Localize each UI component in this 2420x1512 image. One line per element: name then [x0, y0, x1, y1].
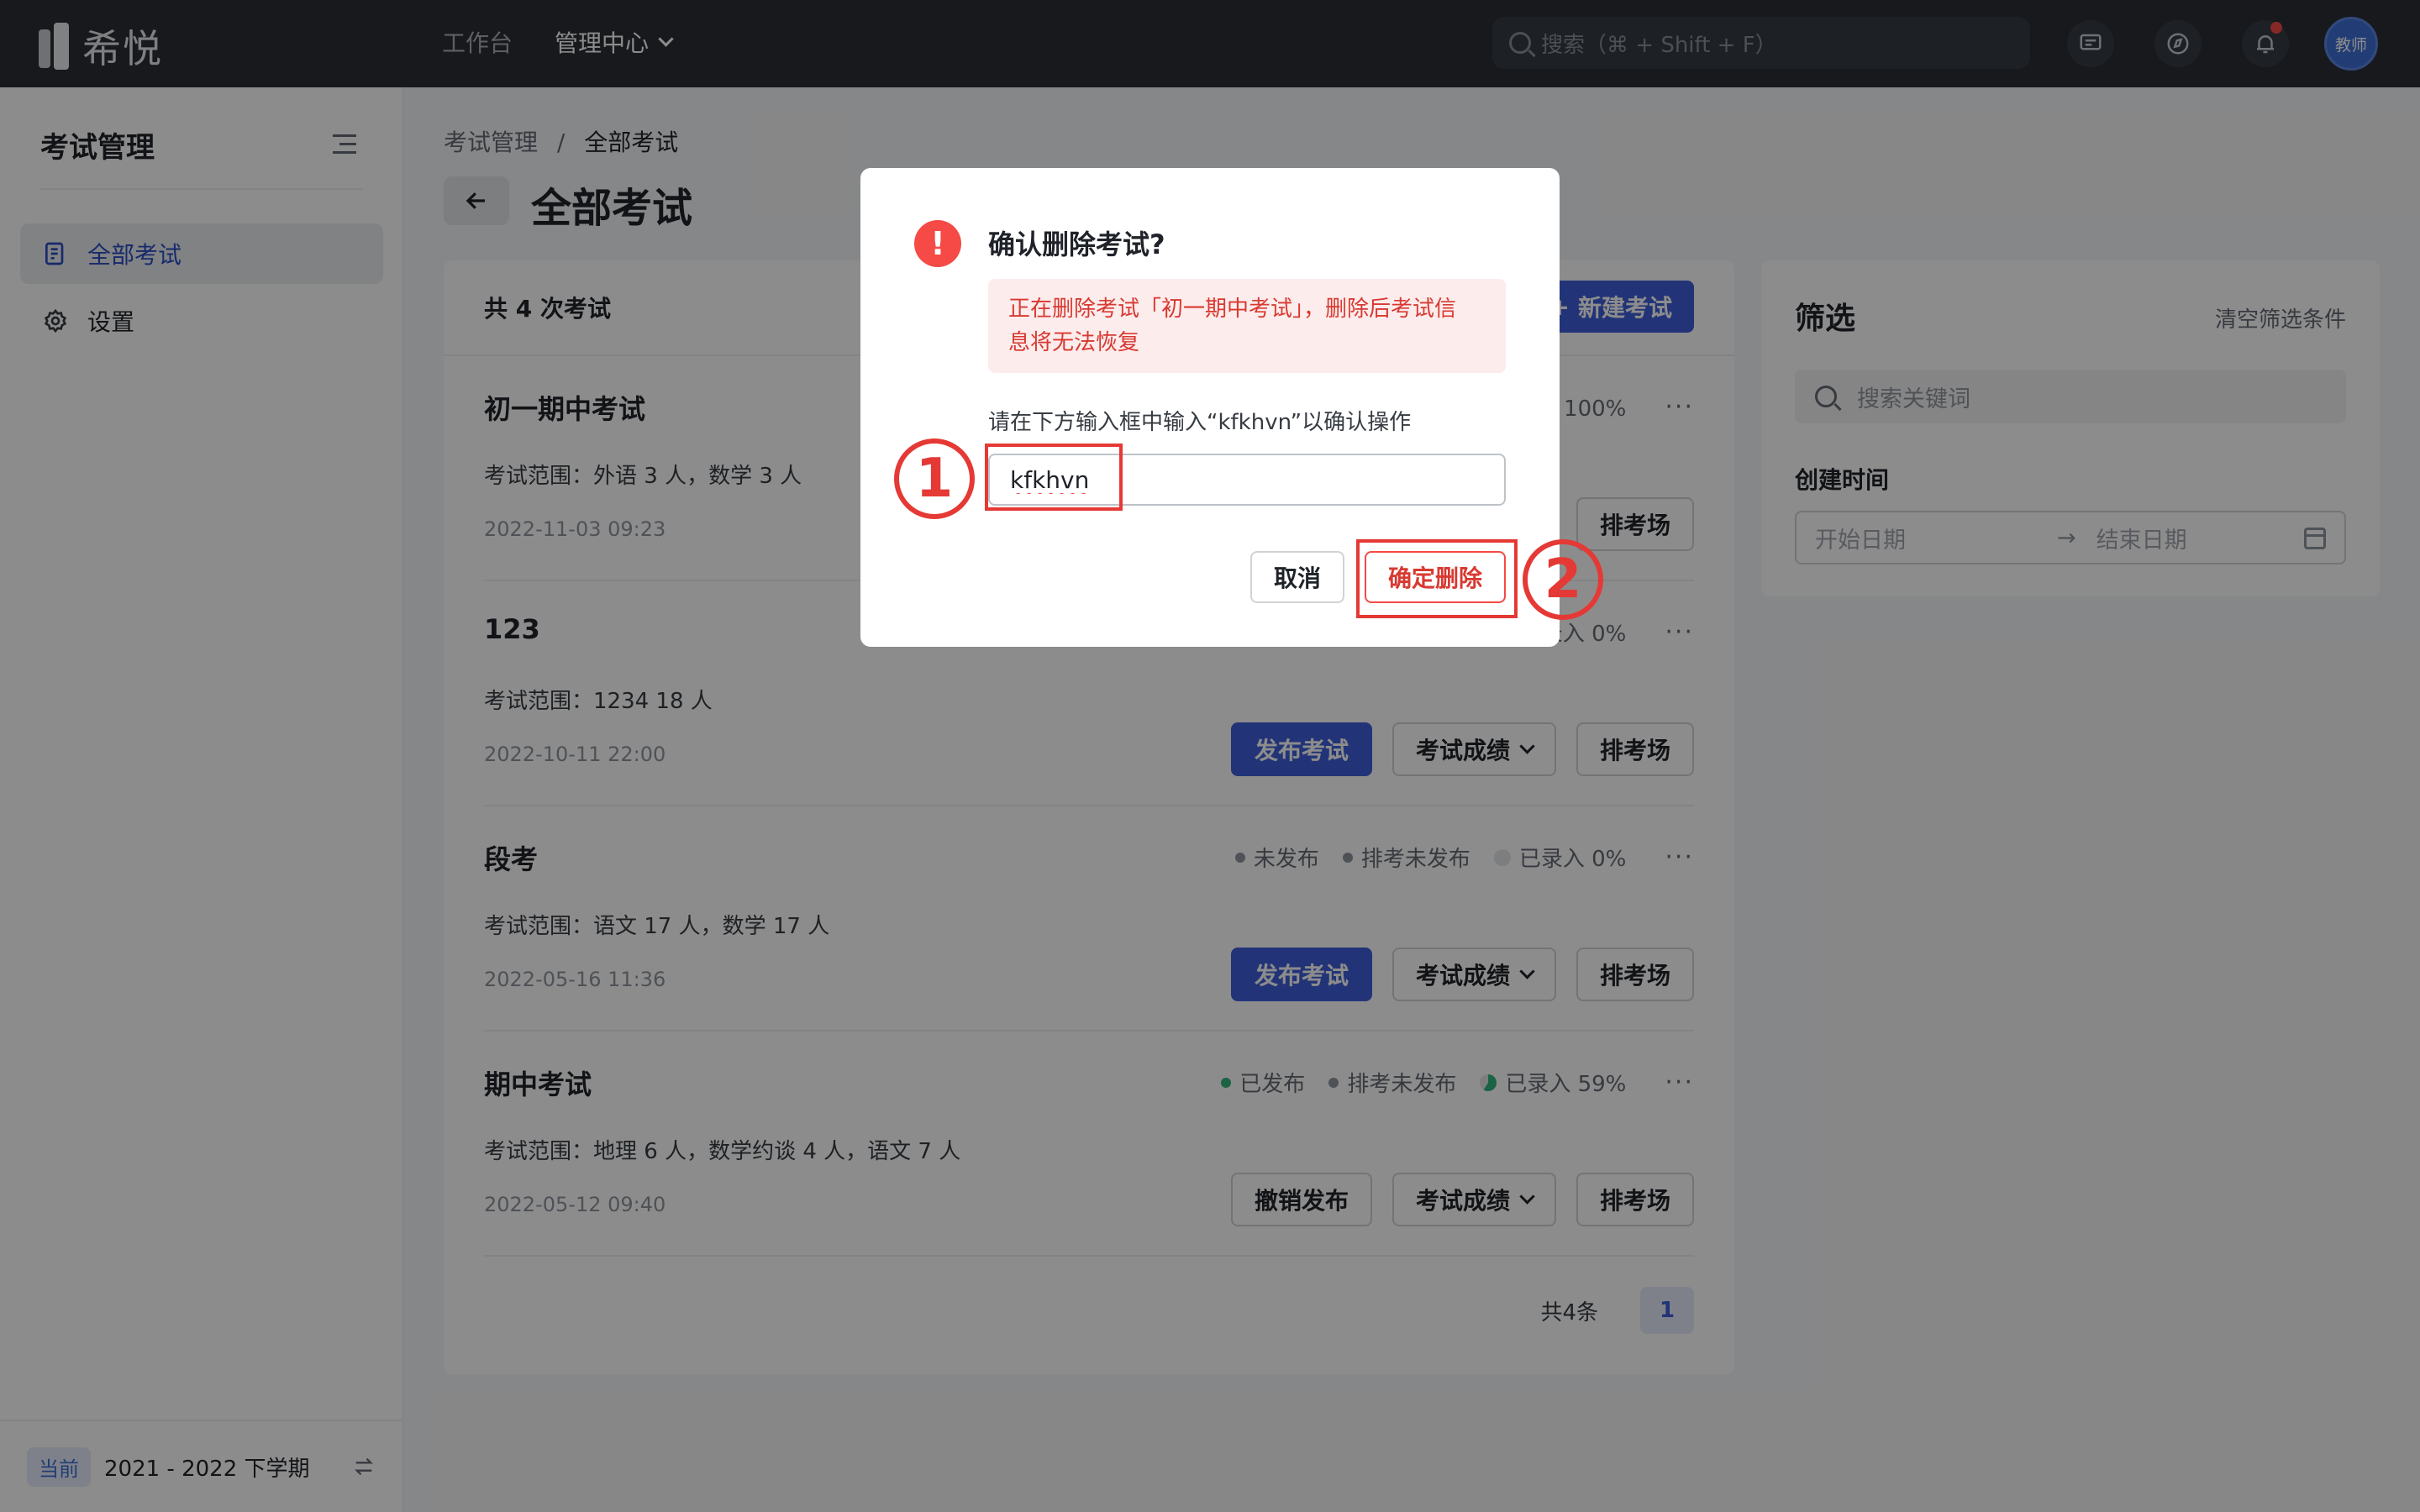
annotation-step-1: 1 [894, 438, 975, 519]
delete-warning-line: 正在删除考试「初一期中考试」，删除后考试信 [1008, 297, 1457, 322]
exclamation-icon: ! [914, 220, 961, 267]
delete-warning-line: 息将无法恢复 [1008, 330, 1140, 355]
annotation-box-input [985, 444, 1123, 511]
dialog-title: 确认删除考试? [988, 228, 1165, 260]
cancel-button[interactable]: 取消 [1249, 551, 1344, 603]
delete-warning: 正在删除考试「初一期中考试」，删除后考试信 息将无法恢复 [988, 279, 1506, 373]
annotation-step-2: 2 [1523, 539, 1603, 620]
annotation-box-confirm [1356, 539, 1518, 618]
confirm-hint: 请在下方输入框中输入“kfkhvn”以确认操作 [988, 410, 1412, 435]
